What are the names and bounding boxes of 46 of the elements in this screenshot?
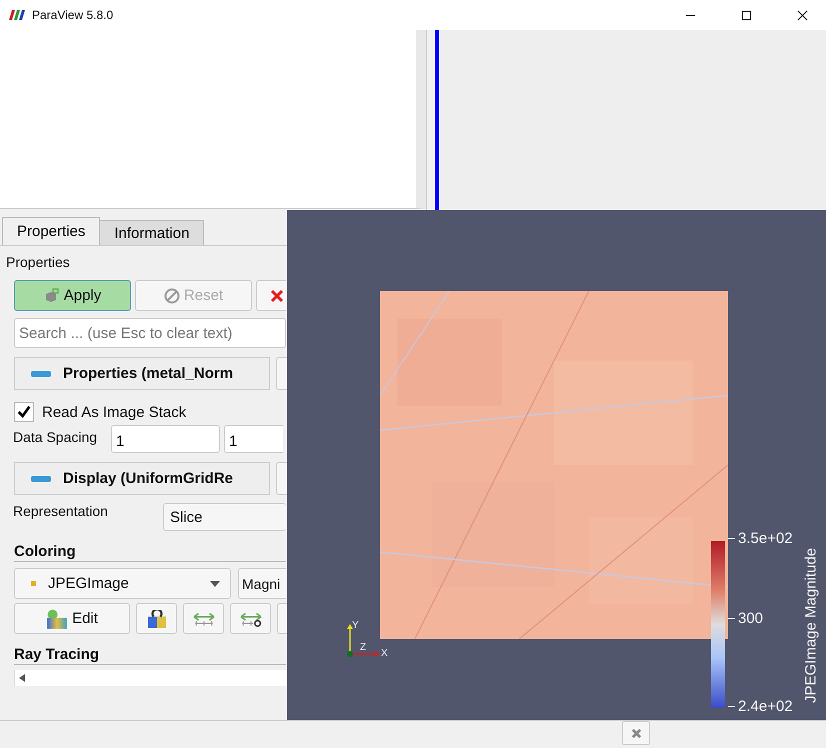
field-label: Data Spacing [13,428,98,445]
array-dropdown[interactable]: JPEGImage [14,568,231,599]
window-title: ParaView 5.8.0 [32,8,114,22]
preset-button[interactable] [136,603,177,634]
checkbox[interactable] [14,402,34,422]
close-icon [630,728,642,738]
component-dropdown[interactable]: Magni [238,568,286,599]
maximize-icon[interactable] [741,10,752,20]
spacing-field[interactable]: 1 [111,425,220,453]
tab[interactable]: Properties [2,217,100,245]
close-icon[interactable] [797,10,808,20]
close-button[interactable] [622,721,650,745]
section-header[interactable]: Properties (metal_Norm [14,357,270,390]
collapse-icon [31,476,51,482]
rescale-button[interactable] [183,603,224,634]
edit-button[interactable]: Edit [14,603,130,634]
section-title: Display (UniformGridRe [63,470,234,487]
panel-title: Properties [6,254,71,272]
no-entry-icon [164,288,180,304]
dropdown-arrow-icon [210,580,220,586]
axis-label: Z [360,642,366,653]
representation-dropdown[interactable]: Slice [163,503,286,531]
legend-title: JPEGImage Magnitude [802,546,820,705]
field-label: Representation [13,503,109,519]
checkbox-label: Read As Image Stack [42,404,186,420]
scroll-left-icon[interactable] [19,674,25,682]
collapse-icon [31,370,51,376]
axis-label: X [381,648,388,659]
search-field[interactable]: Search ... (use Esc to clear text) [14,318,286,348]
x-icon [269,288,285,304]
color-map-icon [46,608,68,628]
horizontal-scrollbar[interactable] [14,670,287,686]
apply-button[interactable]: Apply [14,280,131,311]
tab[interactable]: Information [99,220,204,245]
spacing-field[interactable]: 1 [224,425,283,453]
app-logo-icon [9,10,25,20]
group-title: Coloring [14,543,286,562]
cube-icon [44,288,60,304]
delete-button[interactable] [256,280,286,311]
point-data-icon [31,581,36,586]
axis-label: Y [352,620,359,631]
color-map-icon [146,610,168,628]
section-header[interactable]: Display (UniformGridRe [14,462,270,495]
rescale-custom-button[interactable] [230,603,271,634]
group-title: Ray Tracing [14,646,286,665]
section-title: Properties (metal_Norm [63,365,234,382]
